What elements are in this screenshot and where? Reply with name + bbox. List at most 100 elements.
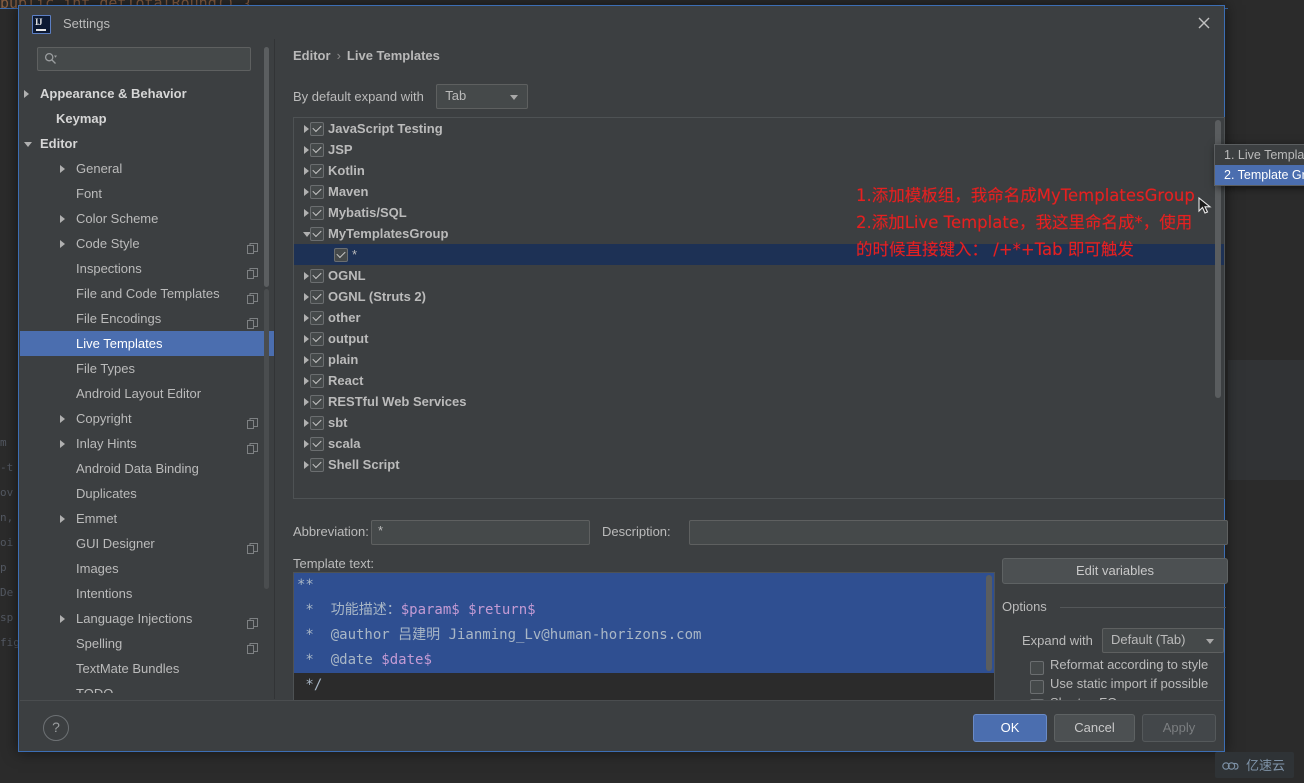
abbreviation-input[interactable]: * — [371, 520, 590, 545]
template-group-checkbox[interactable] — [310, 458, 324, 472]
template-group-row[interactable]: plain — [294, 349, 1224, 370]
sidebar-item-gui-designer[interactable]: GUI Designer — [20, 531, 274, 556]
template-group-row[interactable]: JSP — [294, 139, 1224, 160]
sidebar-item-editor[interactable]: Editor — [20, 131, 274, 156]
template-group-checkbox[interactable] — [310, 311, 324, 325]
template-group-checkbox[interactable] — [310, 353, 324, 367]
template-group-checkbox[interactable] — [310, 290, 324, 304]
template-group-checkbox[interactable] — [310, 143, 324, 157]
expand-with-dropdown[interactable]: Default (Tab) — [1102, 628, 1224, 653]
chevron-right-icon[interactable] — [304, 293, 309, 301]
template-group-row[interactable]: RESTful Web Services — [294, 391, 1224, 412]
option-checkbox[interactable] — [1030, 661, 1044, 675]
chevron-right-icon[interactable] — [304, 377, 309, 385]
sidebar-item-spelling[interactable]: Spelling — [20, 631, 274, 656]
template-text-editor[interactable]: ** * 功能描述：$param$ $return$ * @author 吕建明… — [293, 572, 995, 703]
sidebar-item-appearance-behavior[interactable]: Appearance & Behavior — [20, 81, 274, 106]
sidebar-item-code-style[interactable]: Code Style — [20, 231, 274, 256]
chevron-right-icon[interactable] — [60, 415, 65, 423]
chevron-right-icon[interactable] — [60, 165, 65, 173]
sidebar-item-file-encodings[interactable]: File Encodings — [20, 306, 274, 331]
option-checkbox[interactable] — [1030, 680, 1044, 694]
template-group-checkbox[interactable] — [310, 374, 324, 388]
chevron-right-icon[interactable] — [60, 440, 65, 448]
chevron-right-icon[interactable] — [304, 335, 309, 343]
chevron-right-icon[interactable] — [304, 209, 309, 217]
template-group-row[interactable]: scala — [294, 433, 1224, 454]
sidebar-item-inlay-hints[interactable]: Inlay Hints — [20, 431, 274, 456]
template-group-row[interactable]: Kotlin — [294, 160, 1224, 181]
sidebar-scrollbar-thumb[interactable] — [264, 47, 269, 287]
chevron-right-icon[interactable] — [304, 167, 309, 175]
sidebar-item-todo[interactable]: TODO — [20, 681, 274, 693]
template-group-row[interactable]: OGNL — [294, 265, 1224, 286]
breadcrumb-root[interactable]: Editor — [293, 48, 331, 63]
sidebar-item-android-layout-editor[interactable]: Android Layout Editor — [20, 381, 274, 406]
sidebar-item-images[interactable]: Images — [20, 556, 274, 581]
help-icon[interactable]: ? — [43, 715, 69, 741]
sidebar-tree[interactable]: Appearance & Behavior Keymap Editor General… — [20, 81, 274, 693]
template-group-checkbox[interactable] — [310, 416, 324, 430]
chevron-right-icon[interactable] — [60, 215, 65, 223]
template-group-checkbox[interactable] — [310, 269, 324, 283]
sidebar-item-file-types[interactable]: File Types — [20, 356, 274, 381]
template-group-row[interactable]: OGNL (Struts 2) — [294, 286, 1224, 307]
template-group-row[interactable]: other — [294, 307, 1224, 328]
template-group-checkbox[interactable] — [310, 122, 324, 136]
sidebar-item-android-data-binding[interactable]: Android Data Binding — [20, 456, 274, 481]
ok-button[interactable]: OK — [973, 714, 1047, 742]
chevron-right-icon[interactable] — [304, 188, 309, 196]
template-group-row[interactable]: JavaScript Testing — [294, 118, 1224, 139]
chevron-right-icon[interactable] — [304, 461, 309, 469]
chevron-right-icon[interactable] — [304, 356, 309, 364]
template-group-checkbox[interactable] — [310, 227, 324, 241]
edit-variables-button[interactable]: Edit variables — [1002, 558, 1228, 584]
chevron-right-icon[interactable] — [304, 146, 309, 154]
chevron-right-icon[interactable] — [304, 125, 309, 133]
chevron-right-icon[interactable] — [60, 615, 65, 623]
default-expand-dropdown[interactable]: Tab — [436, 84, 529, 109]
template-group-row[interactable]: sbt — [294, 412, 1224, 433]
sidebar-item-live-templates[interactable]: Live Templates — [20, 331, 274, 356]
sidebar-item-intentions[interactable]: Intentions — [20, 581, 274, 606]
chevron-right-icon[interactable] — [60, 240, 65, 248]
chevron-right-icon[interactable] — [304, 314, 309, 322]
sidebar-item-file-and-code-templates[interactable]: File and Code Templates — [20, 281, 274, 306]
template-group-checkbox[interactable] — [310, 437, 324, 451]
template-group-checkbox[interactable] — [310, 395, 324, 409]
template-group-checkbox[interactable] — [310, 164, 324, 178]
chevron-right-icon[interactable] — [304, 419, 309, 427]
popup-menu-item[interactable]: 1. Live Template — [1215, 145, 1304, 165]
sidebar-item-keymap[interactable]: Keymap — [20, 106, 274, 131]
chevron-right-icon[interactable] — [60, 515, 65, 523]
template-groups-tree[interactable]: JavaScript Testing JSP Kotlin Maven Mybatis/… — [293, 117, 1225, 499]
template-group-checkbox[interactable] — [310, 332, 324, 346]
cancel-button[interactable]: Cancel — [1054, 714, 1135, 742]
chevron-right-icon[interactable] — [24, 90, 29, 98]
editor-scrollbar[interactable] — [986, 575, 992, 671]
chevron-right-icon[interactable] — [304, 440, 309, 448]
sidebar-item-duplicates[interactable]: Duplicates — [20, 481, 274, 506]
sidebar-item-language-injections[interactable]: Language Injections — [20, 606, 274, 631]
popup-menu-item[interactable]: 2. Template Group — [1215, 165, 1304, 185]
template-group-row[interactable]: React — [294, 370, 1224, 391]
sidebar-item-copyright[interactable]: Copyright — [20, 406, 274, 431]
chevron-right-icon[interactable] — [304, 398, 309, 406]
template-group-checkbox[interactable] — [334, 248, 348, 262]
chevron-right-icon[interactable] — [304, 272, 309, 280]
template-group-row[interactable]: Shell Script — [294, 454, 1224, 475]
search-input[interactable] — [37, 47, 251, 71]
template-group-checkbox[interactable] — [310, 206, 324, 220]
sidebar-item-emmet[interactable]: Emmet — [20, 506, 274, 531]
template-group-row[interactable]: output — [294, 328, 1224, 349]
template-group-checkbox[interactable] — [310, 185, 324, 199]
description-input[interactable] — [689, 520, 1228, 545]
sidebar-scrollbar-track[interactable] — [264, 289, 269, 589]
sidebar-item-general[interactable]: General — [20, 156, 274, 181]
chevron-down-icon[interactable] — [24, 142, 32, 151]
sidebar-item-color-scheme[interactable]: Color Scheme — [20, 206, 274, 231]
add-template-popup-menu[interactable]: 1. Live Template2. Template Group — [1214, 144, 1304, 186]
close-icon[interactable] — [1192, 12, 1216, 34]
sidebar-item-font[interactable]: Font — [20, 181, 274, 206]
sidebar-item-inspections[interactable]: Inspections — [20, 256, 274, 281]
